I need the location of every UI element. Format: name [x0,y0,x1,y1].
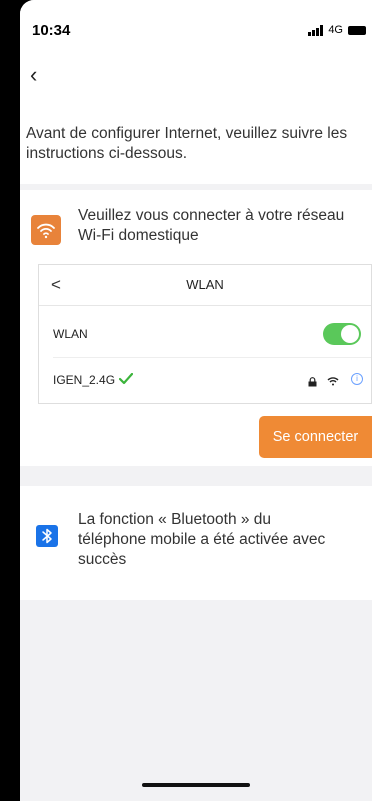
status-indicators: 4G [308,24,366,36]
home-indicator [142,783,250,787]
info-icon: i [351,373,363,385]
nav-bar: ‹ [20,60,372,104]
app-screen: 10:34 4G ‹ Avant de configurer Internet,… [20,0,372,801]
wlan-toggle-row: WLAN [53,313,371,358]
battery-icon [348,25,366,35]
wlan-header: < WLAN [39,265,371,306]
network-type: 4G [328,24,343,36]
wifi-signal-icon [327,373,339,391]
status-time: 10:34 [32,22,71,39]
bluetooth-icon [36,525,58,547]
network-row: IGEN_2.4G i [53,359,371,403]
wlan-toggle [323,323,361,345]
bluetooth-step-message: La fonction « Bluetooth » du téléphone m… [78,511,326,568]
lock-icon [308,374,317,392]
check-icon [118,372,134,390]
wlan-title: WLAN [186,277,224,292]
status-bar: 10:34 4G [20,0,372,60]
instructions-section: Avant de configurer Internet, veuillez s… [20,104,372,184]
chevron-left-icon[interactable]: ‹ [30,64,37,86]
connect-button[interactable]: Se connecter [259,416,372,458]
signal-icon [308,24,324,36]
instructions-text: Avant de configurer Internet, veuillez s… [26,125,348,162]
wifi-icon [31,215,61,245]
wifi-step-message: Veuillez vous connecter à votre réseau W… [78,207,345,244]
wlan-label: WLAN [53,327,88,341]
wlan-settings-preview: < WLAN WLAN IGEN_2.4G i [38,264,372,404]
network-name: IGEN_2.4G [53,373,116,387]
